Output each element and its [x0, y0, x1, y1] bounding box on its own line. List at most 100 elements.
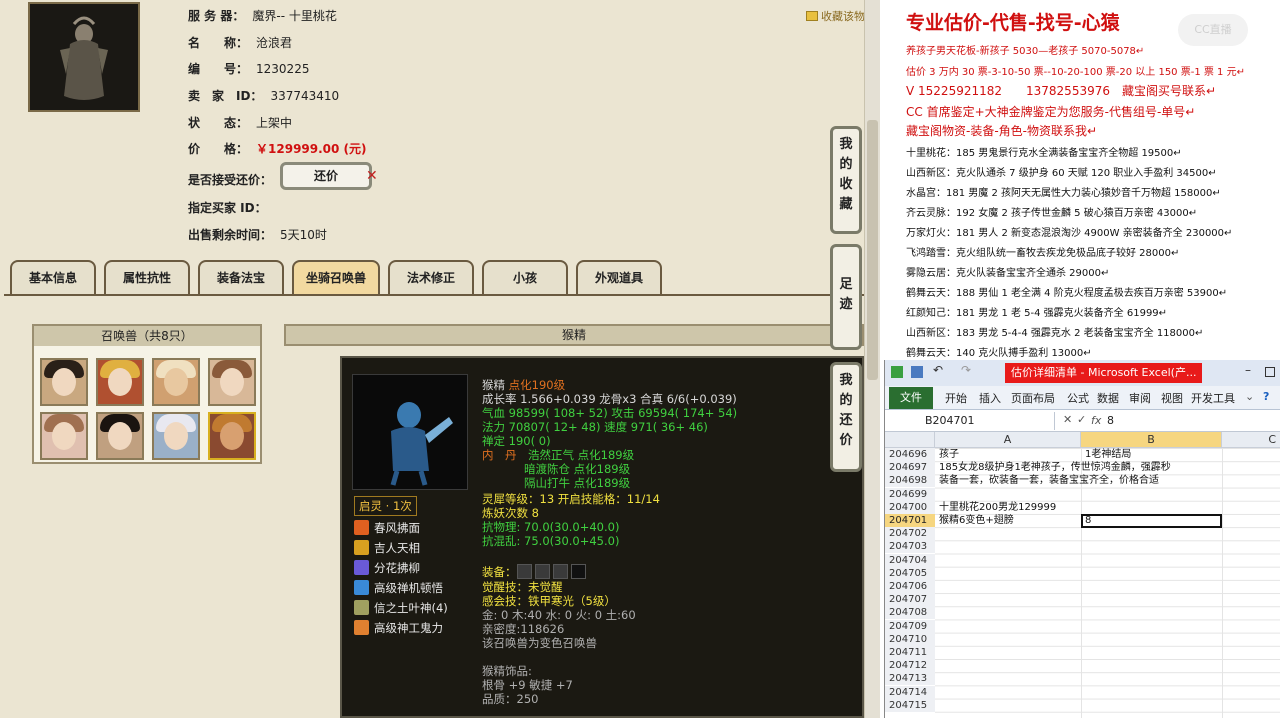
summon-slot-8[interactable]: [208, 412, 256, 460]
row-number[interactable]: 204703: [885, 540, 935, 554]
row-number[interactable]: 204699: [885, 487, 935, 501]
tab-basic[interactable]: 基本信息: [10, 260, 96, 294]
summon-slot-5[interactable]: [40, 412, 88, 460]
row-number[interactable]: 204696: [885, 448, 935, 461]
summon-slot-6[interactable]: [96, 412, 144, 460]
cell-a[interactable]: 装备一套，砍装备一套，装备宝宝齐全，价格合适: [939, 474, 1159, 487]
formula-input[interactable]: 8: [1107, 412, 1114, 430]
cell-a[interactable]: 185女龙8级护身1老神孩子，传世惊鸿金麟，强霹秒: [939, 461, 1171, 474]
tab-child[interactable]: 小孩: [482, 260, 568, 294]
help-icon[interactable]: ?: [1263, 390, 1269, 403]
row-number[interactable]: 204706: [885, 580, 935, 593]
row-number[interactable]: 204710: [885, 632, 935, 646]
stream-logo: CC直播: [1178, 14, 1248, 46]
excel-titlebar: ↶ ↷ 估价详细清单 - Microsoft Excel(产... –: [885, 360, 1280, 386]
ribbon-tab-layout[interactable]: 页面布局: [1011, 390, 1055, 406]
row-number[interactable]: 204711: [885, 646, 935, 659]
skill-6[interactable]: 高级神工鬼力: [354, 620, 443, 636]
redo-icon[interactable]: ↷: [961, 363, 973, 377]
skill-3[interactable]: 分花拂柳: [354, 560, 420, 576]
fx-icon[interactable]: fx: [1091, 412, 1101, 430]
skill-2[interactable]: 吉人天相: [354, 540, 420, 556]
column-header-c[interactable]: C: [1222, 432, 1280, 448]
maximize-icon[interactable]: [1265, 367, 1275, 377]
skill-1[interactable]: 春风拂面: [354, 520, 420, 536]
cell-grid[interactable]: [935, 448, 1280, 718]
file-tab[interactable]: 文件: [889, 387, 933, 409]
variant-line: 该召唤兽为变色召唤兽: [482, 636, 597, 650]
column-header-b[interactable]: B: [1081, 432, 1222, 448]
skill-icon: [354, 600, 369, 615]
selected-cell[interactable]: [1081, 514, 1222, 528]
ad-line: 鹤舞云天：140 克火队搏手盈利 13000↵: [906, 348, 1092, 359]
ribbon-tab-data[interactable]: 数据: [1097, 390, 1119, 406]
summon-slot-7[interactable]: [152, 412, 200, 460]
excel-window: ↶ ↷ 估价详细清单 - Microsoft Excel(产... – 文件 开…: [884, 360, 1280, 718]
ribbon-tab-home[interactable]: 开始: [945, 390, 967, 406]
chevron-down-icon[interactable]: ⌄: [1245, 390, 1254, 403]
summon-slot-2[interactable]: [96, 358, 144, 406]
equip-slot-4: [570, 564, 586, 579]
bargain-button[interactable]: 还价: [280, 162, 372, 190]
ad-line: 十里桃花：185 男鬼景行克水全满装备宝宝齐全物超 19500↵: [906, 148, 1182, 159]
cell-b[interactable]: 1老神结局: [1085, 448, 1131, 461]
summon-slot-1[interactable]: [40, 358, 88, 406]
cell-a[interactable]: 孩子: [939, 448, 959, 461]
cell-a[interactable]: 十里桃花200男龙129999: [939, 501, 1056, 514]
row-number[interactable]: 204700: [885, 500, 935, 514]
name-box[interactable]: B204701: [885, 412, 1055, 430]
row-number[interactable]: 204707: [885, 593, 935, 607]
my-favorites-button[interactable]: 我的收藏: [830, 126, 862, 234]
save-icon[interactable]: [911, 366, 923, 378]
scrollbar-thumb[interactable]: [867, 120, 878, 380]
footprint-button[interactable]: 足迹: [830, 244, 862, 350]
ad-line: CC 首席鉴定+大神金牌鉴定为您服务-代售组号-单号↵: [906, 105, 1196, 119]
summon-slot-4[interactable]: [208, 358, 256, 406]
my-bargains-button[interactable]: 我的还价: [830, 362, 862, 472]
ribbon-tab-developer[interactable]: 开发工具: [1191, 390, 1235, 406]
select-all-corner[interactable]: [885, 432, 935, 448]
favorite-link[interactable]: 收藏该物品: [806, 8, 864, 24]
excel-icon: [891, 366, 903, 378]
page-scrollbar[interactable]: [864, 0, 880, 718]
ad-line: 齐云灵脉：192 女魔 2 孩子传世金麟 5 破心猿百万亲密 43000↵: [906, 208, 1198, 219]
tab-summons[interactable]: 坐骑召唤兽: [292, 260, 380, 294]
ribbon-tab-formulas[interactable]: 公式: [1067, 390, 1089, 406]
excel-ribbon-tabs: 文件 开始 插入 页面布局 公式 数据 审阅 视图 开发工具 ⌄ ?: [885, 386, 1280, 410]
summon-slot-3[interactable]: [152, 358, 200, 406]
summon-list-panel: 召唤兽（共8只）: [32, 324, 262, 464]
column-header-a[interactable]: A: [935, 432, 1081, 448]
skill-4[interactable]: 高级禅机顿悟: [354, 580, 443, 596]
row-number[interactable]: 204709: [885, 619, 935, 633]
row-number[interactable]: 204715: [885, 698, 935, 712]
tab-equipment[interactable]: 装备法宝: [198, 260, 284, 294]
ribbon-tab-review[interactable]: 审阅: [1129, 390, 1151, 406]
id-row: 编 号： 1230225: [188, 62, 310, 76]
row-number[interactable]: 204701: [885, 514, 935, 527]
minimize-icon[interactable]: –: [1245, 363, 1257, 377]
ribbon-tab-view[interactable]: 视图: [1161, 390, 1183, 406]
row-number[interactable]: 204708: [885, 606, 935, 620]
ad-line: 水晶宫：181 男魔 2 孩阿天无属性大力装心猿妙音千万物超 158000↵: [906, 188, 1221, 199]
ribbon-tab-insert[interactable]: 插入: [979, 390, 1001, 406]
row-number[interactable]: 204713: [885, 672, 935, 686]
tab-appearance[interactable]: 外观道具: [576, 260, 662, 294]
row-number[interactable]: 204702: [885, 527, 935, 541]
row-number[interactable]: 204698: [885, 474, 935, 488]
row-number[interactable]: 204704: [885, 553, 935, 567]
tab-divider: [4, 294, 864, 296]
skill-icon: [354, 580, 369, 595]
row-number[interactable]: 204697: [885, 461, 935, 475]
row-number[interactable]: 204712: [885, 659, 935, 673]
skill-5[interactable]: 信之土叶神(4): [354, 600, 448, 616]
row-number[interactable]: 204705: [885, 566, 935, 580]
equip-slot-2: [534, 564, 550, 579]
tab-attributes[interactable]: 属性抗性: [104, 260, 190, 294]
cell-a[interactable]: 猴精6变色+翅膀: [939, 514, 1014, 527]
tab-spells[interactable]: 法术修正: [388, 260, 474, 294]
cancel-icon[interactable]: ✕: [1063, 413, 1072, 426]
confirm-icon[interactable]: ✓: [1077, 413, 1086, 426]
perceive-line: 感会技：铁甲寒光（5级）: [482, 594, 616, 608]
row-number[interactable]: 204714: [885, 685, 935, 699]
undo-icon[interactable]: ↶: [933, 363, 945, 377]
